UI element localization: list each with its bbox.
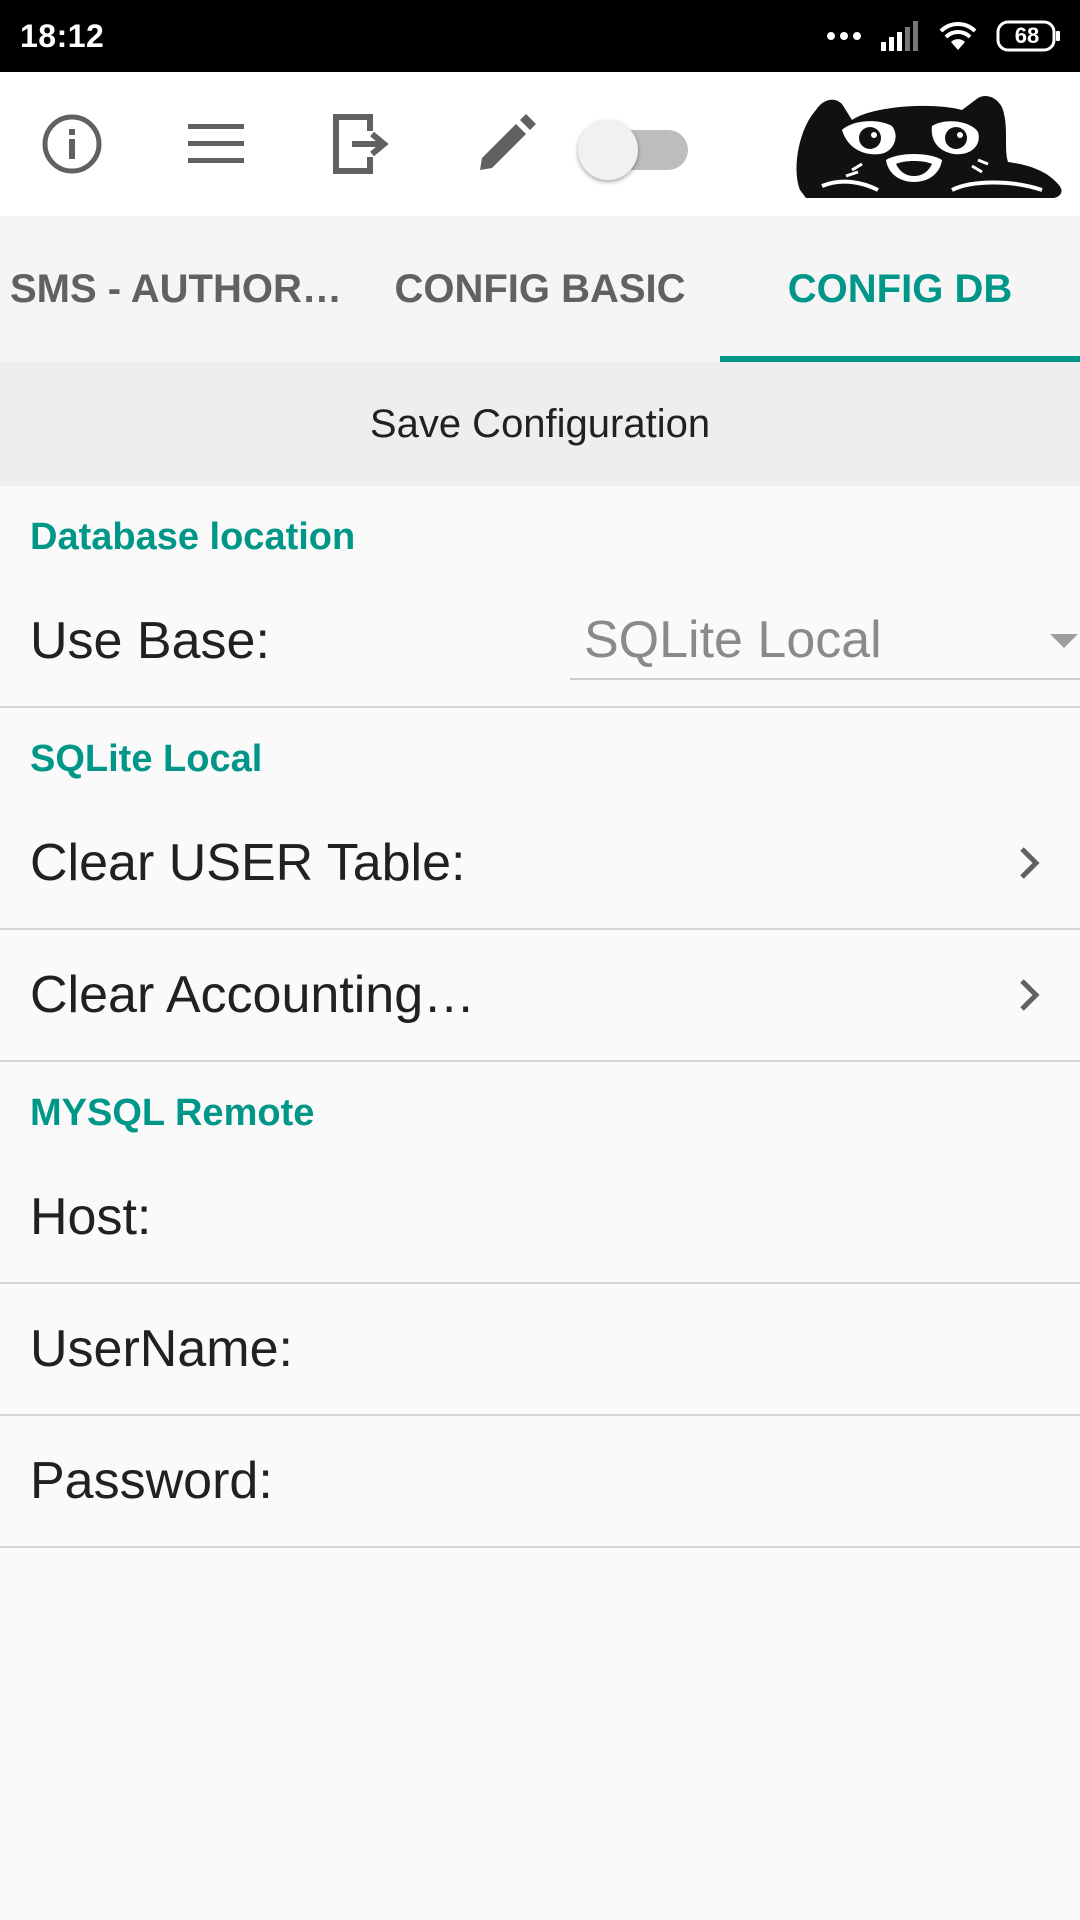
edit-icon[interactable] (470, 108, 542, 180)
signal-icon (881, 21, 918, 51)
more-dots-icon (827, 32, 861, 40)
status-icons: 68 (826, 16, 1062, 56)
pref-clear-accounting[interactable]: Clear Accounting… (0, 930, 1080, 1062)
use-base-value: SQLite Local (584, 611, 882, 669)
pref-username[interactable]: UserName: (0, 1284, 1080, 1416)
save-configuration-button[interactable]: Save Configuration (0, 362, 1080, 486)
pug-logo (782, 90, 1080, 202)
tab-label: CONFIG DB (787, 266, 1013, 311)
menu-icon[interactable] (180, 108, 252, 180)
status-bar: 18:12 68 (0, 0, 1080, 72)
exit-icon[interactable] (324, 108, 396, 180)
clear-user-table-label: Clear USER Table: (30, 834, 466, 892)
battery-level: 68 (1014, 23, 1040, 48)
battery-icon: 68 (996, 20, 1062, 52)
tab-label: CONFIG BASIC (394, 266, 686, 311)
password-label: Password: (30, 1452, 273, 1510)
pref-password[interactable]: Password: (0, 1416, 1080, 1548)
category-database-location: Database location (30, 515, 356, 558)
status-time: 18:12 (20, 18, 105, 54)
tab-label: SMS - AUTHORIZATION (10, 266, 350, 311)
use-base-dropdown[interactable]: SQLite Local (570, 600, 1080, 680)
tab-sms-authorization[interactable]: SMS - AUTHORIZATION (0, 216, 360, 362)
host-label: Host: (30, 1188, 152, 1246)
toggle-switch[interactable] (576, 112, 696, 180)
info-icon[interactable] (36, 108, 108, 180)
pref-use-base: Use Base: SQLite Local (0, 576, 1080, 708)
switch-thumb (578, 120, 638, 180)
tab-config-db[interactable]: CONFIG DB (720, 216, 1080, 362)
pref-host[interactable]: Host: (0, 1152, 1080, 1284)
category-mysql-remote: MYSQL Remote (30, 1091, 315, 1134)
tab-bar: SMS - AUTHORIZATION CONFIG BASIC CONFIG … (0, 216, 1080, 362)
chevron-right-icon (1020, 847, 1040, 879)
tab-config-basic[interactable]: CONFIG BASIC (360, 216, 720, 362)
use-base-label: Use Base: (30, 612, 270, 670)
dropdown-arrow-icon (1050, 634, 1078, 648)
preferences-list: Database location Use Base: SQLite Local… (0, 486, 1080, 1548)
wifi-icon (939, 21, 977, 50)
clear-accounting-label: Clear Accounting… (30, 966, 476, 1024)
category-sqlite-local: SQLite Local (30, 737, 263, 780)
username-label: UserName: (30, 1320, 293, 1378)
chevron-right-icon (1020, 979, 1040, 1011)
pref-clear-user-table[interactable]: Clear USER Table: (0, 798, 1080, 930)
